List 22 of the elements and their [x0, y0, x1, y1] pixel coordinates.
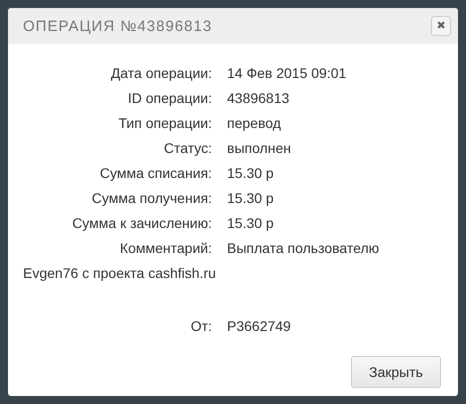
close-button[interactable]: ✖ [431, 16, 451, 36]
field-label: Сумма получения: [90, 190, 212, 206]
field-label: Статус: [162, 140, 212, 156]
field-value: выполнен [227, 140, 291, 156]
field-value: 43896813 [227, 90, 290, 106]
field-label: От: [190, 318, 212, 334]
close-dialog-button[interactable]: Закрыть [351, 356, 441, 388]
comment-text: Evgen76 с проекта cashfish.ru [23, 264, 216, 280]
field-label: Тип операции: [117, 114, 212, 130]
field-label: Комментарий: [118, 240, 212, 256]
field-value: перевод [227, 114, 281, 130]
field-value: 15.30 р [227, 164, 274, 180]
field-value: 15.30 р [227, 214, 274, 230]
field-label: Дата операции: [110, 64, 212, 80]
comment-text: Выплата пользователю [227, 240, 380, 256]
field-label: ID операции: [126, 90, 212, 106]
field-value: 14 Фев 2015 09:01 [227, 64, 346, 80]
field-label: Сумма списания: [98, 164, 212, 180]
field-value: 15.30 р [227, 190, 274, 206]
dialog-title: ОПЕРАЦИЯ №43896813 [23, 18, 212, 34]
field-label: Сумма к зачислению: [71, 214, 212, 230]
field-value: P3662749 [227, 318, 291, 334]
